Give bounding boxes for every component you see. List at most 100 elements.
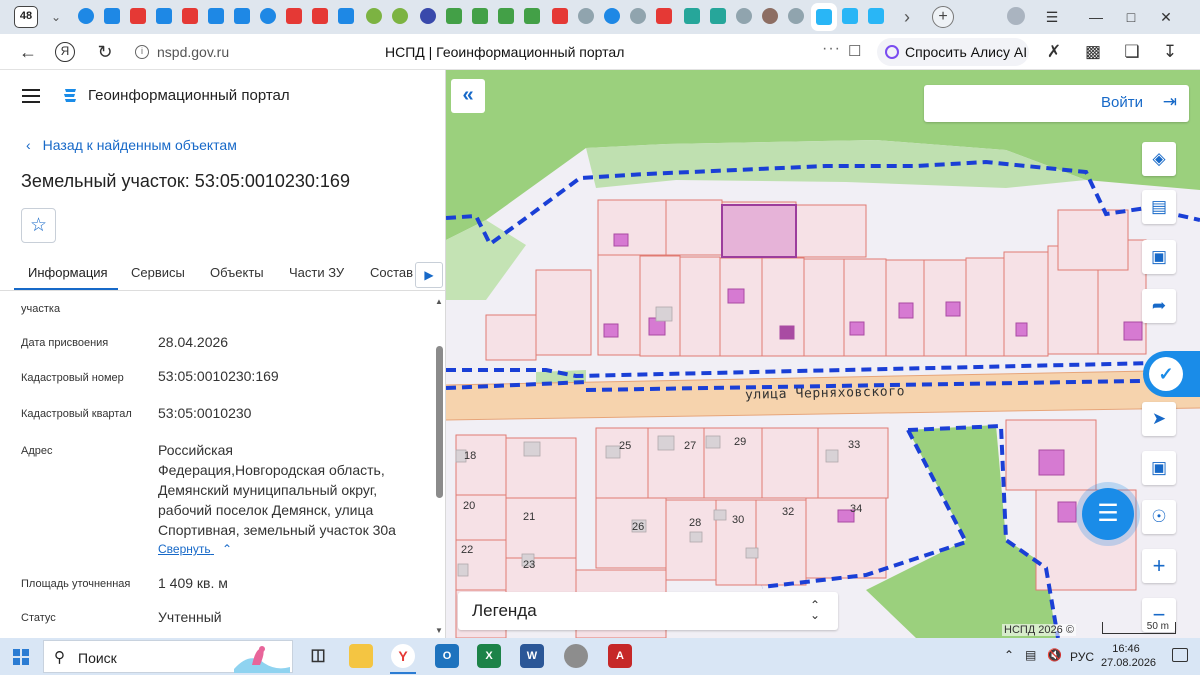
tab-check-icon[interactable] [366, 8, 382, 24]
notifications-icon[interactable] [1172, 648, 1188, 662]
minimize-button[interactable]: — [1083, 6, 1109, 28]
tab-home-icon[interactable] [472, 8, 488, 24]
tab-doc-icon[interactable] [338, 8, 354, 24]
locate-button[interactable]: ➤ [1142, 402, 1176, 436]
share-button[interactable]: ➦ [1142, 289, 1176, 323]
excel-icon[interactable]: X [477, 644, 501, 668]
file-explorer-icon[interactable] [349, 644, 373, 668]
volume-muted-icon[interactable]: 🔇 [1047, 648, 1062, 662]
map-canvas[interactable] [446, 70, 1200, 638]
menu-icon[interactable]: ☰ [1039, 6, 1065, 28]
ask-alice-button[interactable]: Спросить Алису AI [877, 38, 1029, 66]
windows-start-icon[interactable] [13, 649, 29, 665]
tab-emblem-icon[interactable] [578, 8, 594, 24]
scroll-down-arrow-icon[interactable]: ▼ [435, 626, 443, 635]
house-number: 26 [632, 521, 645, 533]
active-tab[interactable] [811, 3, 837, 31]
profile-avatar[interactable] [1007, 7, 1025, 25]
maximize-button[interactable]: □ [1118, 6, 1144, 28]
tab-app-icon[interactable] [420, 8, 436, 24]
back-arrow-icon[interactable]: ← [17, 41, 39, 63]
cadastral-number-label: Кадастровый номер [21, 372, 124, 384]
tab-pdf-icon[interactable] [286, 8, 302, 24]
tab-nspd-icon[interactable] [868, 8, 884, 24]
download-icon[interactable]: ↧ [1160, 42, 1180, 62]
tab-emblem-icon[interactable] [788, 8, 804, 24]
tab-check-icon[interactable] [392, 8, 408, 24]
scroll-up-arrow-icon[interactable]: ▲ [435, 297, 443, 306]
taskbar-search[interactable]: ⚲ Поиск [43, 640, 293, 673]
site-info-icon[interactable]: i [135, 45, 149, 59]
tab-pdf-icon[interactable] [312, 8, 328, 24]
tab-home-icon[interactable] [446, 8, 462, 24]
bookmark-icon[interactable]: ☐ [848, 42, 861, 60]
tab-mail-icon[interactable] [78, 8, 94, 24]
tab-parts[interactable]: Части ЗУ [289, 265, 344, 280]
task-view-icon[interactable]: ◫ [306, 644, 330, 668]
puzzle-icon[interactable]: ▩ [1083, 42, 1103, 62]
legend-dropdown[interactable]: Легенда ⌃ ⌄ [458, 592, 838, 630]
chat-button[interactable]: ☰ [1082, 488, 1134, 540]
more-icon[interactable]: ··· [822, 40, 841, 58]
tab-doc-icon[interactable] [156, 8, 172, 24]
tab-pdf-icon[interactable] [182, 8, 198, 24]
new-tab-button[interactable]: + [932, 6, 954, 28]
details-scroll-area[interactable]: участка Дата присвоения 28.04.2026 Кадас… [0, 292, 445, 638]
tab-rts-icon[interactable] [656, 8, 672, 24]
area-search-button[interactable]: ▣ [1142, 240, 1176, 274]
tab-home-icon[interactable] [498, 8, 514, 24]
extension-icon[interactable]: ✗ [1044, 42, 1064, 62]
keyboard-language[interactable]: РУС [1070, 650, 1094, 664]
tab-composition[interactable]: Состав [370, 265, 413, 280]
tab-app-icon[interactable] [710, 8, 726, 24]
tabs-scroll-right-icon[interactable]: › [904, 7, 910, 28]
tab-counter[interactable]: 48 [14, 6, 38, 28]
tab-app-icon[interactable] [684, 8, 700, 24]
house-number: 18 [464, 450, 477, 462]
map-view[interactable]: улица Черняховского 25 27 29 33 18 20 21… [446, 70, 1200, 638]
tab-list-chevron-icon[interactable]: ⌄ [46, 6, 66, 28]
tab-emblem-icon[interactable] [736, 8, 752, 24]
scrollbar-thumb[interactable] [436, 346, 443, 498]
tab-mail-icon[interactable] [260, 8, 276, 24]
tab-information[interactable]: Информация [28, 265, 108, 280]
acrobat-icon[interactable]: A [608, 644, 632, 668]
ruler-button[interactable]: ▤ [1142, 190, 1176, 224]
minimap-button[interactable]: ▣ [1142, 451, 1176, 485]
tab-pdf-icon[interactable] [130, 8, 146, 24]
tab-emblem-icon[interactable] [630, 8, 646, 24]
outlook-icon[interactable]: O [435, 644, 459, 668]
word-icon[interactable]: W [520, 644, 544, 668]
tabs-next-button[interactable]: ▶ [415, 262, 443, 288]
tab-flag-icon[interactable] [604, 8, 620, 24]
collections-icon[interactable]: ❏ [1122, 42, 1142, 62]
tab-objects[interactable]: Объекты [210, 265, 264, 280]
app-avatar-icon[interactable] [564, 644, 588, 668]
hamburger-menu-icon[interactable] [22, 89, 40, 103]
close-window-button[interactable]: ✕ [1153, 6, 1179, 28]
tab-yandex-icon[interactable] [552, 8, 568, 24]
side-service-button[interactable]: ✓ [1143, 351, 1200, 397]
tab-image-icon[interactable] [234, 8, 250, 24]
layers-button[interactable]: ◈ [1142, 142, 1176, 176]
geolocation-button[interactable]: ☉ [1142, 500, 1176, 534]
zoom-in-button[interactable]: + [1142, 549, 1176, 583]
tray-chevron-icon[interactable]: ⌃ [1004, 648, 1014, 662]
collapse-panel-button[interactable]: « [451, 79, 485, 113]
network-icon[interactable]: ▤ [1025, 648, 1036, 662]
system-clock[interactable]: 16:46 27.08.2026 [1101, 642, 1156, 670]
favorite-star-button[interactable]: ☆ [21, 208, 56, 243]
yandex-icon[interactable]: Я [55, 42, 75, 62]
tab-image-icon[interactable] [208, 8, 224, 24]
collapse-address-link[interactable]: Свернуть ⌃ [158, 542, 232, 556]
tab-nspd-icon[interactable] [842, 8, 858, 24]
url-text[interactable]: nspd.gov.ru [157, 44, 229, 60]
reload-icon[interactable]: ↻ [94, 41, 116, 63]
tab-avatar-icon[interactable] [762, 8, 778, 24]
tab-mail-icon[interactable] [104, 8, 120, 24]
yandex-browser-taskbar-icon[interactable]: Y [391, 644, 415, 668]
login-button[interactable]: Войти ⇥ [924, 85, 1189, 122]
tab-services[interactable]: Сервисы [131, 265, 185, 280]
tab-home-icon[interactable] [524, 8, 540, 24]
back-to-results-link[interactable]: ‹ Назад к найденным объектам [26, 137, 237, 153]
